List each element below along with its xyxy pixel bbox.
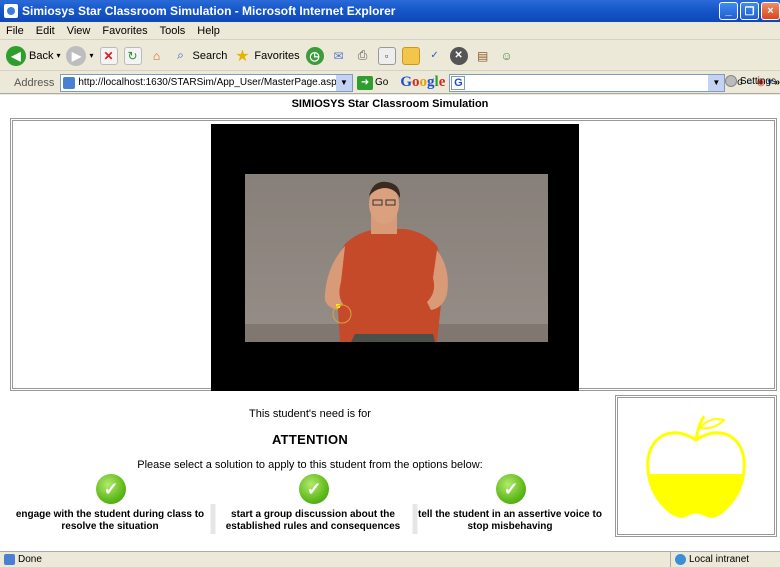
minimize-button[interactable]: _ <box>719 2 738 20</box>
settings-label: Settings <box>739 75 776 87</box>
folder-icon[interactable] <box>401 46 420 65</box>
page-icon <box>63 76 76 89</box>
google-g-button[interactable]: G <box>451 75 466 90</box>
menu-bar: File Edit View Favorites Tools Help <box>0 22 780 40</box>
address-url: http://localhost:1630/STARSim/App_User/M… <box>78 77 342 88</box>
google-logo: Google <box>400 74 446 90</box>
address-bar: Address http://localhost:1630/STARSim/Ap… <box>0 72 780 94</box>
menu-help[interactable]: Help <box>197 25 220 37</box>
settings-button[interactable]: Settings <box>724 75 776 87</box>
back-button[interactable]: ◀ Back ▾ <box>6 45 60 66</box>
page-title: SIMIOSYS Star Classroom Simulation <box>291 98 489 110</box>
search-icon: ⌕ <box>177 48 184 62</box>
menu-file[interactable]: File <box>6 25 24 37</box>
forward-dropdown-icon[interactable]: ▾ <box>89 51 93 60</box>
edit-icon[interactable]: ▫ <box>377 46 396 65</box>
instruction-text: Please select a solution to apply to thi… <box>137 459 483 471</box>
student-video[interactable] <box>211 124 579 391</box>
option-label[interactable]: tell the student in an assertive voice t… <box>410 509 610 533</box>
address-go-button[interactable]: ➜ Go <box>357 75 389 90</box>
forward-arrow-icon: ▶ <box>66 45 87 66</box>
need-panel: This student's need is for ATTENTION Ple… <box>10 394 610 539</box>
video-frame <box>10 118 777 391</box>
google-dropdown-icon[interactable]: ▼ <box>708 74 725 91</box>
history-icon[interactable]: ◷ <box>305 46 324 65</box>
maximize-button[interactable]: ❐ <box>740 2 759 20</box>
back-dropdown-icon[interactable]: ▾ <box>56 51 60 60</box>
page-icon <box>4 554 15 565</box>
spellcheck-icon[interactable]: ✓ <box>426 47 444 65</box>
need-intro-text: This student's need is for <box>249 408 371 420</box>
messenger-icon[interactable]: ☺ <box>498 47 516 65</box>
menu-favorites[interactable]: Favorites <box>102 25 147 37</box>
check-icon[interactable]: ✓ <box>96 474 126 504</box>
address-label: Address <box>14 76 55 89</box>
ie-app-icon <box>4 4 18 18</box>
check-icon[interactable]: ✓ <box>496 474 526 504</box>
security-zone: Local intranet <box>670 552 749 567</box>
go-label: Go <box>375 77 389 88</box>
go-arrow-icon: ➜ <box>357 75 374 90</box>
zone-label: Local intranet <box>689 554 750 565</box>
refresh-icon[interactable]: ↻ <box>123 46 142 65</box>
favorites-button[interactable]: ★ Favorites <box>233 47 299 65</box>
favorites-star-icon: ★ <box>235 47 250 65</box>
standard-toolbar: ◀ Back ▾ ▶ ▾ ✕ ↻ ⌂ ⌕ Search ★ Favorites … <box>0 41 780 71</box>
apple-meter-icon <box>646 415 746 518</box>
option-engage[interactable]: ✓ engage with the student during class t… <box>10 474 210 534</box>
search-button[interactable]: ⌕ Search <box>172 47 228 65</box>
status-bar: Done Local intranet <box>0 551 780 567</box>
apple-fill-level <box>647 474 745 517</box>
address-dropdown-icon[interactable]: ▼ <box>336 74 353 91</box>
forward-button[interactable]: ▶ ▾ <box>66 45 94 66</box>
google-search-input[interactable]: G ▼ <box>449 73 726 92</box>
option-label[interactable]: engage with the student during class to … <box>10 509 210 533</box>
student-figure-image <box>245 181 548 342</box>
status-text: Done <box>18 554 42 565</box>
option-group-discussion[interactable]: ✓ start a group discussion about the est… <box>213 474 413 534</box>
stop-icon[interactable]: ✕ <box>99 46 118 65</box>
menu-view[interactable]: View <box>67 25 91 37</box>
back-label: Back <box>29 49 54 62</box>
block-icon[interactable]: ✕ <box>449 46 468 65</box>
window-title: Simiosys Star Classroom Simulation - Mic… <box>22 4 396 18</box>
close-button[interactable]: × <box>761 2 780 20</box>
research-icon[interactable]: ▤ <box>474 47 492 65</box>
favorites-label: Favorites <box>254 49 300 62</box>
option-assertive-voice[interactable]: ✓ tell the student in an assertive voice… <box>410 474 610 534</box>
window-titlebar: Simiosys Star Classroom Simulation - Mic… <box>0 0 780 22</box>
mail-icon[interactable]: ✉ <box>330 47 348 65</box>
need-value: ATTENTION <box>271 432 349 447</box>
menu-edit[interactable]: Edit <box>36 25 55 37</box>
search-label: Search <box>192 49 228 62</box>
apple-meter-panel <box>615 395 777 537</box>
page-content: SIMIOSYS Star Classroom Simulation This … <box>0 95 780 551</box>
intranet-globe-icon <box>675 554 686 565</box>
student-scene <box>245 174 548 342</box>
window-controls: _ ❐ × <box>719 2 780 20</box>
home-icon[interactable]: ⌂ <box>148 47 166 65</box>
back-arrow-icon: ◀ <box>6 45 26 66</box>
address-input[interactable]: http://localhost:1630/STARSim/App_User/M… <box>60 73 354 92</box>
check-icon[interactable]: ✓ <box>299 474 329 504</box>
option-label[interactable]: start a group discussion about the estab… <box>213 509 413 533</box>
settings-icon <box>724 75 737 87</box>
print-icon[interactable]: ⎙ <box>354 47 372 65</box>
menu-tools[interactable]: Tools <box>160 25 186 37</box>
status-left: Done <box>0 554 670 565</box>
